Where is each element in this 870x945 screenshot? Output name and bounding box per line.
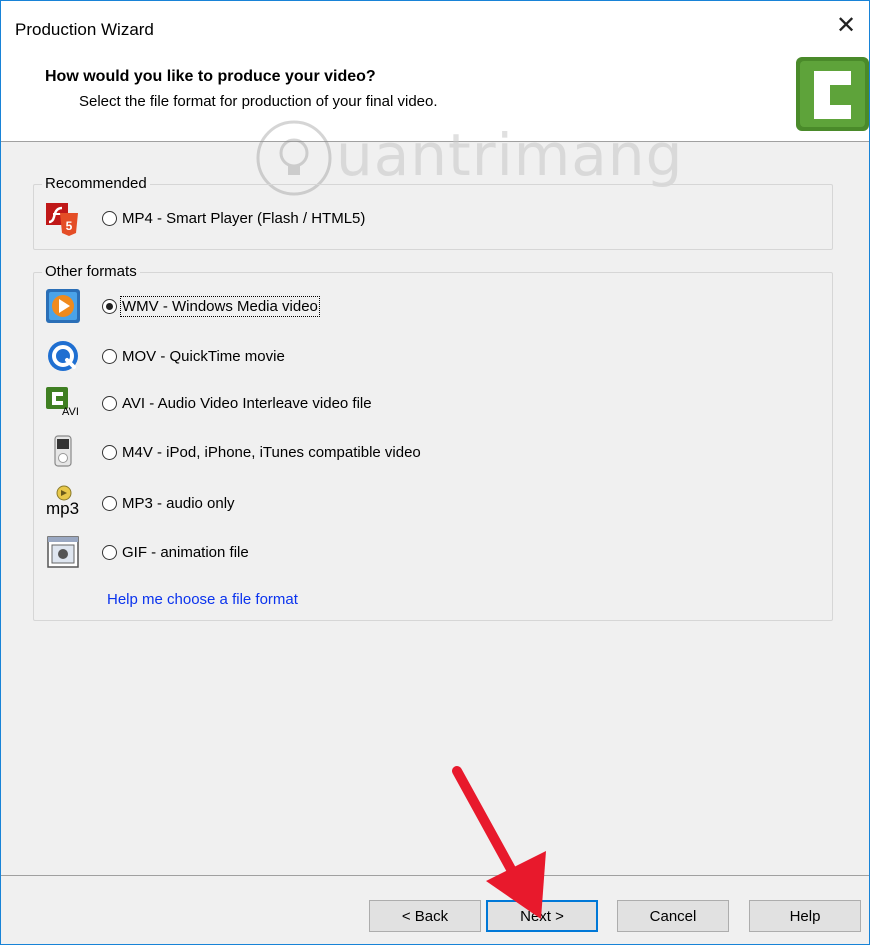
format-option-avi[interactable]: AVI AVI - Audio Video Interleave video f… xyxy=(44,383,372,423)
camtasia-logo-icon xyxy=(796,57,869,131)
window-title: Production Wizard xyxy=(15,20,154,39)
gif-radio-circle[interactable] xyxy=(102,544,117,560)
recommended-legend: Recommended xyxy=(42,175,150,192)
recommended-group: Recommended 5 MP4 - Smart Player (Flash … xyxy=(33,175,833,250)
wmv-radio[interactable]: WMV - Windows Media video xyxy=(102,295,320,317)
format-option-gif[interactable]: GIF - animation file xyxy=(44,532,249,572)
quicktime-icon xyxy=(48,341,78,371)
other-formats-group: Other formats WMV - Windows Media video xyxy=(33,263,833,621)
m4v-label: M4V - iPod, iPhone, iTunes compatible vi… xyxy=(122,443,421,461)
format-option-wmv[interactable]: WMV - Windows Media video xyxy=(44,286,320,326)
mp4-label: MP4 - Smart Player (Flash / HTML5) xyxy=(122,209,366,227)
windows-media-icon xyxy=(46,289,80,323)
avi-radio-circle[interactable] xyxy=(102,395,117,411)
m4v-radio[interactable]: M4V - iPod, iPhone, iTunes compatible vi… xyxy=(102,444,421,461)
help-choose-format-link[interactable]: Help me choose a file format xyxy=(107,591,298,608)
mp3-radio[interactable]: MP3 - audio only xyxy=(102,495,235,512)
gif-animation-icon xyxy=(47,536,79,568)
m4v-radio-circle[interactable] xyxy=(102,444,117,460)
mov-radio-circle[interactable] xyxy=(102,348,117,364)
avi-icon-text: AVI xyxy=(62,406,79,418)
help-button[interactable]: Help xyxy=(749,900,861,932)
title-bar: Production Wizard ✕ xyxy=(1,1,869,47)
format-option-m4v[interactable]: M4V - iPod, iPhone, iTunes compatible vi… xyxy=(44,432,421,472)
flash-html5-icon: 5 xyxy=(46,203,78,236)
avi-radio[interactable]: AVI - Audio Video Interleave video file xyxy=(102,395,372,412)
mp3-icon-text: mp3 xyxy=(46,499,80,518)
svg-text:5: 5 xyxy=(66,219,73,233)
footer-separator xyxy=(1,875,869,876)
cancel-button[interactable]: Cancel xyxy=(617,900,729,932)
production-wizard-window: Production Wizard ✕ How would you like t… xyxy=(0,0,870,945)
gif-radio[interactable]: GIF - animation file xyxy=(102,544,249,561)
close-button[interactable]: ✕ xyxy=(823,5,869,45)
next-button[interactable]: Next > xyxy=(486,900,598,932)
wizard-header: How would you like to produce your video… xyxy=(1,47,869,142)
avi-label: AVI - Audio Video Interleave video file xyxy=(122,394,372,412)
format-option-mp4[interactable]: 5 MP4 - Smart Player (Flash / HTML5) xyxy=(44,198,365,238)
wmv-label: WMV - Windows Media video xyxy=(120,295,320,317)
other-formats-legend: Other formats xyxy=(42,263,140,280)
format-option-mov[interactable]: MOV - QuickTime movie xyxy=(44,336,285,376)
wmv-radio-circle[interactable] xyxy=(102,298,117,314)
ipod-icon xyxy=(54,435,72,467)
mov-radio[interactable]: MOV - QuickTime movie xyxy=(102,348,285,365)
gif-label: GIF - animation file xyxy=(122,543,249,561)
avi-icon: AVI xyxy=(44,384,82,422)
header-subtitle: Select the file format for production of… xyxy=(79,93,438,110)
header-title: How would you like to produce your video… xyxy=(45,68,376,85)
format-option-mp3[interactable]: mp3 MP3 - audio only xyxy=(44,483,235,523)
back-button[interactable]: < Back xyxy=(369,900,481,932)
mov-label: MOV - QuickTime movie xyxy=(122,347,285,365)
mp3-radio-circle[interactable] xyxy=(102,495,117,511)
mp4-radio-circle[interactable] xyxy=(102,210,117,226)
mp3-icon: mp3 xyxy=(44,484,82,522)
mp3-label: MP3 - audio only xyxy=(122,494,235,512)
mp4-radio[interactable]: MP4 - Smart Player (Flash / HTML5) xyxy=(102,210,365,227)
